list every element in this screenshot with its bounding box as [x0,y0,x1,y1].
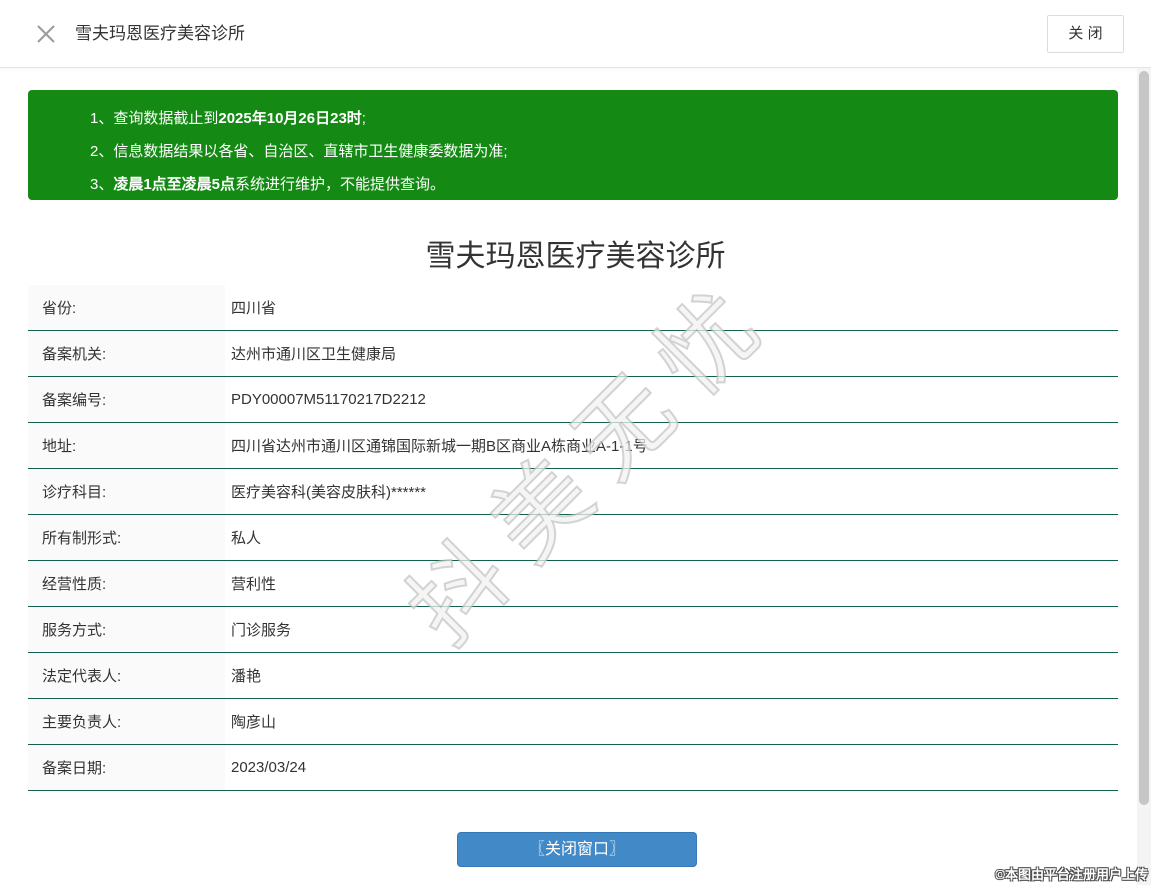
notice-text-segment: 2025年10月26日23时 [218,110,362,127]
field-label: 备案日期: [28,745,225,790]
notice-text-segment: 凌晨1点至凌晨5点 [113,176,236,193]
field-label: 服务方式: [28,607,225,652]
field-label: 地址: [28,423,225,468]
field-value: PDY00007M51170217D2212 [231,391,426,408]
page: 雪夫玛恩医疗美容诊所 关 闭 1、查询数据截止到2025年10月26日23时; 2… [0,0,1151,885]
close-window-button[interactable]: 〖关闭窗口〗 [457,832,697,867]
notice-banner: 1、查询数据截止到2025年10月26日23时; 2、信息数据结果以各省、自治区、… [28,90,1118,200]
table-row: 省份: 四川省 [28,285,1118,331]
notice-line: 3、凌晨1点至凌晨5点系统进行维护，不能提供查询。 [90,168,1098,201]
field-label: 备案机关: [28,331,225,376]
close-x-icon[interactable] [36,24,56,44]
scrollbar-thumb[interactable] [1139,71,1149,805]
table-row: 备案编号: PDY00007M51170217D2212 [28,377,1118,423]
notice-text-segment: ; [361,110,366,127]
field-value: 2023/03/24 [231,759,307,776]
field-value: 达州市通川区卫生健康局 [231,346,397,363]
table-row: 诊疗科目: 医疗美容科(美容皮肤科)****** [28,469,1118,515]
page-title: 雪夫玛恩医疗美容诊所 [425,240,726,273]
field-value: 门诊服务 [231,622,292,639]
notice-text-segment: 信息数据结果以各省、自治区、直辖市卫生健康委数据为准; [113,143,508,160]
notice-line-number: 2、 [90,143,114,160]
table-row: 备案机关: 达州市通川区卫生健康局 [28,331,1118,377]
close-button[interactable]: 关 闭 [1047,15,1124,53]
field-value: 私人 [231,530,262,547]
notice-text-segment: 系统进行维护，不能提供查询。 [235,176,446,193]
info-table: 省份: 四川省 备案机关: 达州市通川区卫生健康局 备案编号: PDY00007M5117… [28,285,1118,791]
window-title: 雪夫玛恩医疗美容诊所 [75,24,245,43]
field-label: 备案编号: [28,377,225,422]
table-row: 法定代表人: 潘艳 [28,653,1118,699]
notice-line: 1、查询数据截止到2025年10月26日23时; [90,102,1098,135]
field-value: 潘艳 [231,668,262,685]
field-value: 四川省 [231,300,277,317]
field-label: 经营性质: [28,561,225,606]
header-bar: 雪夫玛恩医疗美容诊所 关 闭 [0,0,1151,68]
field-value: 四川省达州市通川区通锦国际新城一期B区商业A栋商业A-1-1号 [231,438,648,455]
notice-line-number: 1、 [90,110,114,127]
field-label: 省份: [28,285,225,330]
field-label: 所有制形式: [28,515,225,560]
field-value: 营利性 [231,576,277,593]
notice-text-segment: 查询数据截止到 [113,110,219,127]
field-label: 诊疗科目: [28,469,225,514]
table-row: 备案日期: 2023/03/24 [28,745,1118,791]
notice-line: 2、信息数据结果以各省、自治区、直辖市卫生健康委数据为准; [90,135,1098,168]
field-label: 法定代表人: [28,653,225,698]
table-row: 主要负责人: 陶彦山 [28,699,1118,745]
field-value: 医疗美容科(美容皮肤科)****** [231,484,427,501]
copyright-note: ©本图由平台注册用户上传 [995,867,1148,882]
table-row: 地址: 四川省达州市通川区通锦国际新城一期B区商业A栋商业A-1-1号 [28,423,1118,469]
field-value: 陶彦山 [231,714,277,731]
table-row: 经营性质: 营利性 [28,561,1118,607]
scrollbar-track[interactable] [1137,68,1151,885]
table-row: 服务方式: 门诊服务 [28,607,1118,653]
table-row: 所有制形式: 私人 [28,515,1118,561]
field-label: 主要负责人: [28,699,225,744]
notice-line-number: 3、 [90,176,114,193]
